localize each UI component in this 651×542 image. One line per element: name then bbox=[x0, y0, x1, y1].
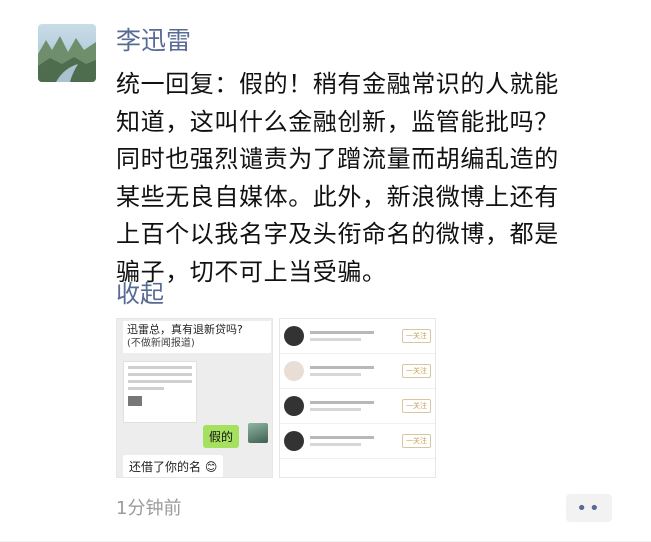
shared-article-card bbox=[123, 361, 197, 423]
chat-question-note: (不做新闻报道) bbox=[127, 338, 195, 349]
post-time: 1分钟前 bbox=[116, 498, 182, 519]
smile-emoji-icon: 😊 bbox=[204, 460, 218, 474]
weibo-list-thumbnail[interactable]: 一关注 一关注 一关注 一关注 bbox=[279, 318, 436, 478]
content-line: 骗子，切不可上当受骗。 bbox=[116, 257, 387, 286]
content-line: 统一回复：假的！稍有金融常识的人就能 bbox=[116, 70, 559, 98]
follow-button: 一关注 bbox=[402, 434, 431, 448]
chat-screenshot-thumbnail[interactable]: 迅雷总，真有退新贷吗? (不做新闻报道) 假的 还借了你的名 😊 bbox=[116, 318, 273, 478]
article-image-icon bbox=[128, 396, 142, 406]
collapse-link[interactable]: 收起 bbox=[116, 274, 164, 309]
chat-question-line: 迅雷总，真有退新贷吗? bbox=[127, 323, 243, 336]
content-line: 同时也强烈谴责为了蹭流量而胡编乱造的 bbox=[116, 145, 559, 173]
follow-button: 一关注 bbox=[402, 399, 431, 413]
follow-button: 一关注 bbox=[402, 364, 431, 378]
follow-button: 一关注 bbox=[402, 329, 431, 343]
content-line: 知道，这叫什么金融创新，监管能批吗？ bbox=[116, 107, 559, 136]
weibo-account-row: 一关注 bbox=[280, 424, 435, 459]
post-content: 统一回复：假的！稍有金融常识的人就能 知道，这叫什么金融创新，监管能批吗？ 同时… bbox=[116, 66, 616, 291]
account-avatar bbox=[284, 396, 304, 416]
borrow-message: 还借了你的名 😊 bbox=[123, 455, 224, 477]
more-actions-button[interactable]: •• bbox=[566, 494, 612, 522]
account-avatar bbox=[284, 361, 304, 381]
landscape-avatar-image bbox=[38, 24, 96, 82]
weibo-account-row: 一关注 bbox=[280, 389, 435, 424]
image-thumbnails: 迅雷总，真有退新贷吗? (不做新闻报道) 假的 还借了你的名 😊 一关注 一关注… bbox=[116, 318, 436, 478]
author-name[interactable]: 李迅雷 bbox=[116, 28, 191, 53]
author-avatar[interactable] bbox=[38, 24, 96, 82]
account-avatar bbox=[284, 431, 304, 451]
content-line: 某些无良自媒体。此外，新浪微博上还有 bbox=[116, 182, 559, 211]
weibo-account-row: 一关注 bbox=[280, 354, 435, 389]
borrow-text: 还借了你的名 bbox=[129, 460, 202, 474]
chat-question: 迅雷总，真有退新贷吗? (不做新闻报道) bbox=[123, 321, 271, 353]
weibo-account-row: 一关注 bbox=[280, 319, 435, 354]
content-line: 上百个以我名字及头衔命名的微博，都是 bbox=[116, 220, 559, 248]
replier-avatar bbox=[248, 423, 268, 443]
moments-post-card: 李迅雷 统一回复：假的！稍有金融常识的人就能 知道，这叫什么金融创新，监管能批吗… bbox=[0, 0, 651, 542]
reply-bubble: 假的 bbox=[203, 425, 240, 448]
account-avatar bbox=[284, 326, 304, 346]
